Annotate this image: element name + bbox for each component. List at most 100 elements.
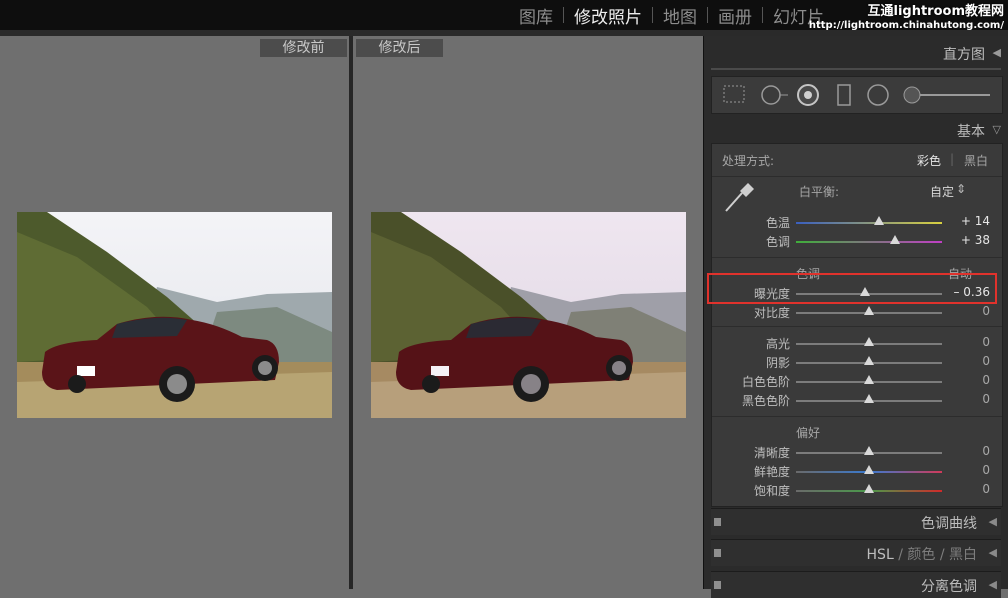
after-pane: 修改后 [353, 36, 702, 589]
wb-dropdown-icon[interactable]: ⇕ [956, 182, 966, 196]
slider-value[interactable]: 0 [982, 354, 990, 368]
red-eye-icon[interactable] [796, 84, 820, 106]
adjustment-brush-icon[interactable] [902, 84, 992, 106]
presence-group-label: 偏好 [796, 426, 821, 440]
hsl-header[interactable]: HSL / 颜色 / 黑白 ◀ [711, 539, 1001, 566]
slider-value[interactable]: + 14 [961, 214, 990, 228]
slider-thumb[interactable] [864, 446, 874, 455]
panel-switch-icon[interactable] [714, 581, 721, 589]
hsl-tabs: HSL / 颜色 / 黑白 [867, 544, 977, 564]
divider [712, 416, 1002, 417]
temp-track[interactable] [796, 222, 942, 224]
slider-value[interactable]: 0 [982, 392, 990, 406]
after-label: 修改后 [356, 39, 443, 57]
hsl-tab[interactable]: HSL [867, 547, 894, 563]
slider-thumb[interactable] [890, 235, 901, 244]
divider [712, 257, 1002, 258]
exposure-highlight-box [707, 273, 997, 304]
slider-label: 色调 [765, 235, 790, 249]
collapse-left-icon[interactable]: ◀ [989, 515, 997, 528]
after-photo[interactable] [371, 212, 686, 418]
slider-contrast[interactable]: 对比度 0 [712, 303, 1002, 322]
wb-label: 白平衡: [799, 185, 840, 199]
slider-blacks[interactable]: 黑色色阶 0 [712, 391, 1002, 410]
slider-highlights[interactable]: 高光 0 [712, 334, 1002, 353]
tab-separator: / [939, 547, 945, 563]
spot-removal-icon[interactable] [760, 84, 790, 106]
slider-value[interactable]: 0 [982, 482, 990, 496]
basic-title: 基本 [957, 124, 985, 140]
collapse-left-icon[interactable]: ◀ [993, 46, 1001, 59]
histogram-header[interactable]: 直方图 ◀ [704, 40, 1008, 66]
watermark: 互通lightroom教程网 http://lightroom.chinahut… [809, 4, 1004, 31]
module-map[interactable]: 地图 [653, 3, 707, 28]
module-library[interactable]: 图库 [509, 3, 563, 28]
treatment-label: 处理方式: [722, 154, 775, 168]
tint-track[interactable] [796, 241, 942, 243]
tool-strip [711, 76, 1003, 114]
slider-label: 饱和度 [753, 484, 790, 498]
radial-filter-icon[interactable] [866, 84, 890, 106]
bw-tab[interactable]: 黑白 [949, 547, 977, 563]
slider-thumb[interactable] [864, 337, 874, 346]
module-picker: 图库 修改照片 地图 画册 幻灯片 [509, 0, 838, 30]
slider-vibrance[interactable]: 鲜艳度 0 [712, 462, 1002, 481]
slider-shadows[interactable]: 阴影 0 [712, 353, 1002, 372]
panel-switch-icon[interactable] [714, 549, 721, 557]
slider-value[interactable]: + 38 [961, 233, 990, 247]
treatment-color[interactable]: 彩色 [917, 152, 941, 169]
slider-thumb[interactable] [864, 484, 874, 493]
collapse-down-icon[interactable]: ▽ [993, 123, 1001, 136]
tone-curve-title: 色调曲线 [921, 516, 977, 532]
slider-thumb[interactable] [864, 465, 874, 474]
split-toning-header[interactable]: 分离色调 ◀ [711, 571, 1001, 598]
slider-value[interactable]: 0 [982, 444, 990, 458]
module-bar: 图库 修改照片 地图 画册 幻灯片 互通lightroom教程网 http://… [0, 0, 1008, 31]
slider-label: 白色色阶 [741, 375, 790, 389]
collapse-left-icon[interactable]: ◀ [989, 546, 997, 559]
panel-switch-icon[interactable] [714, 518, 721, 526]
slider-label: 高光 [765, 337, 790, 351]
collapse-left-icon[interactable]: ◀ [989, 578, 997, 591]
white-balance-picker-icon[interactable] [722, 181, 756, 213]
slider-label: 对比度 [753, 306, 790, 320]
slider-thumb[interactable] [874, 216, 885, 225]
slider-clarity[interactable]: 清晰度 0 [712, 443, 1002, 462]
histogram-title: 直方图 [943, 47, 985, 63]
basic-header[interactable]: 基本 ▽ [704, 117, 1008, 143]
before-pane: 修改前 [0, 36, 349, 589]
watermark-title: 互通lightroom教程网 [867, 4, 1004, 19]
slider-thumb[interactable] [864, 394, 874, 403]
module-develop[interactable]: 修改照片 [564, 3, 652, 28]
crop-icon[interactable] [722, 84, 746, 104]
develop-panel: 直方图 ◀ 基本 ▽ 处理方式: 彩色 | 黑白 白平衡: 自定 ⇕ 色温 + … [703, 36, 1008, 598]
tab-separator: / [898, 547, 903, 563]
before-label: 修改前 [260, 39, 347, 57]
treatment-bw[interactable]: 黑白 [964, 152, 988, 169]
slider-value[interactable]: 0 [982, 335, 990, 349]
module-book[interactable]: 画册 [708, 3, 762, 28]
slider-whites[interactable]: 白色色阶 0 [712, 372, 1002, 391]
slider-value[interactable]: 0 [982, 304, 990, 318]
divider [712, 326, 1002, 327]
slider-value[interactable]: 0 [982, 373, 990, 387]
slider-label: 阴影 [765, 356, 790, 370]
slider-thumb[interactable] [864, 306, 874, 315]
slider-tint[interactable]: 色调 + 38 [712, 232, 1002, 251]
wb-preset[interactable]: 自定 [930, 183, 954, 200]
slider-value[interactable]: 0 [982, 463, 990, 477]
slider-thumb[interactable] [864, 356, 874, 365]
slider-saturation[interactable]: 饱和度 0 [712, 481, 1002, 500]
divider [712, 176, 1002, 177]
graduated-filter-icon[interactable] [836, 84, 852, 106]
slider-thumb[interactable] [864, 375, 874, 384]
split-toning-title: 分离色调 [921, 579, 977, 595]
histogram-area [711, 68, 1001, 70]
tone-curve-header[interactable]: 色调曲线 ◀ [711, 508, 1001, 535]
car-photo-after [371, 212, 686, 418]
color-tab[interactable]: 颜色 [907, 547, 935, 563]
treatment-divider: | [950, 152, 955, 166]
car-photo-before [17, 212, 332, 418]
before-photo[interactable] [17, 212, 332, 418]
slider-temperature[interactable]: 色温 + 14 [712, 213, 1002, 232]
